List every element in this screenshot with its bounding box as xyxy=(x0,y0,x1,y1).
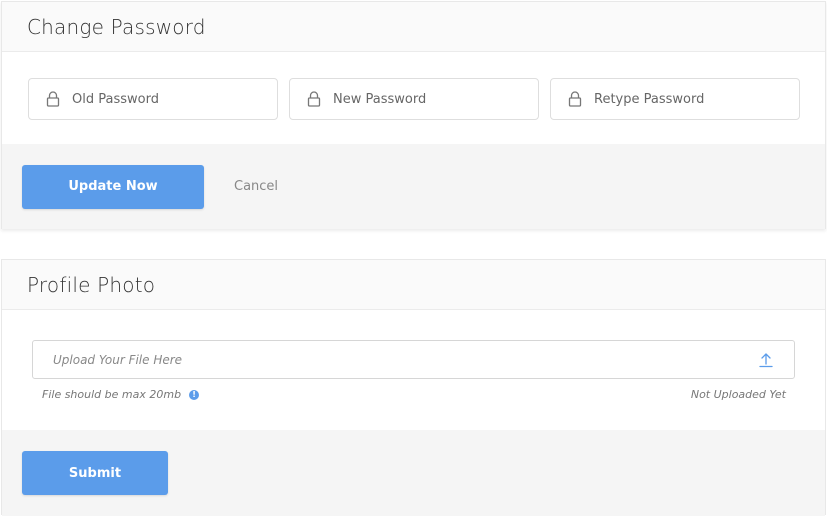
lock-icon xyxy=(46,91,60,107)
file-upload-field[interactable] xyxy=(32,340,795,379)
profile-photo-card: Profile Photo File should be max 20mb ! … xyxy=(1,259,826,516)
cancel-button[interactable]: Cancel xyxy=(234,179,278,194)
retype-password-field[interactable] xyxy=(550,78,800,120)
update-now-button[interactable]: Update Now xyxy=(22,164,204,209)
new-password-field[interactable] xyxy=(289,78,539,120)
new-password-input[interactable] xyxy=(333,91,513,107)
old-password-input[interactable] xyxy=(72,91,252,107)
file-upload-input[interactable] xyxy=(53,352,758,367)
size-hint-text: File should be max 20mb xyxy=(42,388,182,401)
change-password-card: Change Password Update Now Cancel xyxy=(1,1,826,229)
size-hint: File should be max 20mb ! xyxy=(42,388,200,401)
upload-hint-row: File should be max 20mb ! Not Uploaded Y… xyxy=(42,388,786,401)
upload-status: Not Uploaded Yet xyxy=(690,388,786,401)
profile-photo-title: Profile Photo xyxy=(27,272,156,297)
change-password-footer: Update Now Cancel xyxy=(2,144,825,229)
retype-password-input[interactable] xyxy=(594,91,774,107)
password-fields-row xyxy=(28,78,800,120)
profile-photo-footer: Submit xyxy=(2,430,825,516)
info-icon: ! xyxy=(189,389,200,400)
submit-button[interactable]: Submit xyxy=(22,451,168,495)
lock-icon xyxy=(307,91,321,107)
old-password-field[interactable] xyxy=(28,78,278,120)
profile-photo-header: Profile Photo xyxy=(2,260,825,310)
change-password-title: Change Password xyxy=(27,14,206,39)
upload-icon[interactable] xyxy=(758,352,774,368)
lock-icon xyxy=(568,91,582,107)
change-password-header: Change Password xyxy=(2,2,825,52)
